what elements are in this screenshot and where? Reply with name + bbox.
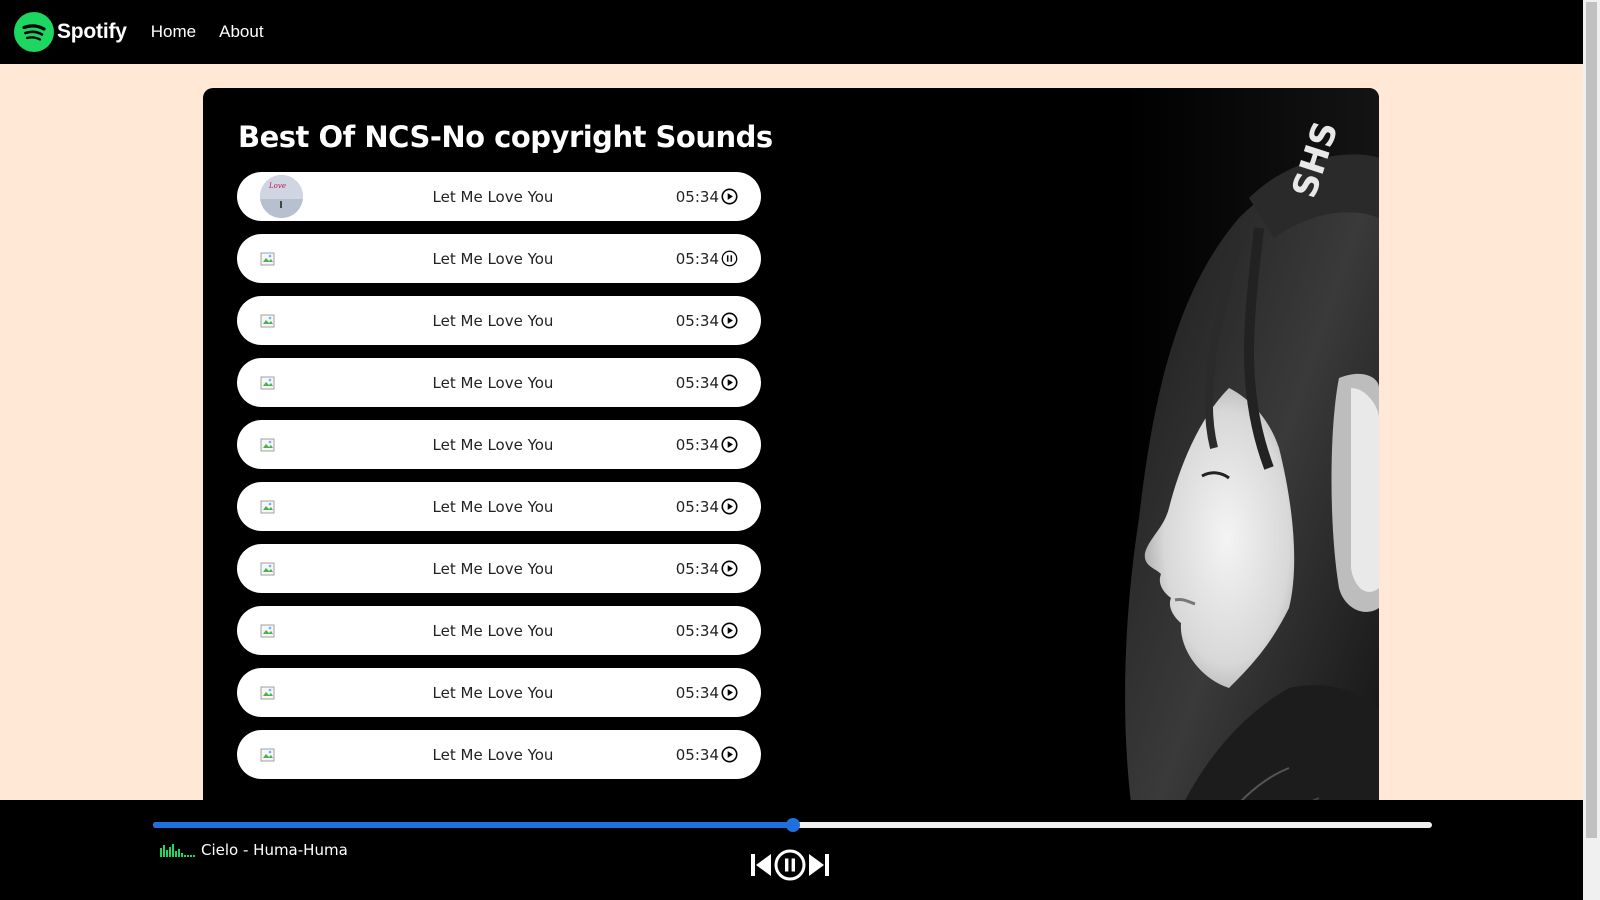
nav-link-home[interactable]: Home: [151, 22, 196, 42]
song-list: Love Let Me Love You 05:34 Let Me Love Y…: [237, 172, 761, 792]
pause-circle-icon[interactable]: [721, 250, 738, 267]
brand-logo[interactable]: Spotify: [14, 12, 127, 52]
playlist-container: SHS Best Of NCS-No copyright Sounds Love…: [203, 88, 1379, 900]
song-item[interactable]: Love Let Me Love You 05:34: [237, 172, 761, 221]
song-duration: 05:34: [675, 559, 719, 578]
progress-fill: [153, 822, 793, 828]
now-playing-title: Cielo - Huma-Huma: [201, 841, 348, 859]
vertical-scrollbar[interactable]: [1583, 0, 1600, 900]
equalizer-icon: [160, 843, 195, 857]
progress-slider[interactable]: [153, 818, 1432, 832]
song-duration: 05:34: [675, 373, 719, 392]
song-item[interactable]: Let Me Love You 05:34: [237, 358, 761, 407]
song-duration: 05:34: [675, 311, 719, 330]
pause-button[interactable]: [774, 849, 806, 881]
top-navbar: Spotify Home About: [0, 0, 1583, 64]
play-circle-icon[interactable]: [721, 436, 738, 453]
play-circle-icon[interactable]: [721, 684, 738, 701]
nav-link-about[interactable]: About: [219, 22, 263, 42]
scrollbar-thumb[interactable]: [1586, 2, 1597, 838]
play-circle-icon[interactable]: [721, 622, 738, 639]
play-circle-icon[interactable]: [721, 374, 738, 391]
song-duration: 05:34: [675, 249, 719, 268]
song-item[interactable]: Let Me Love You 05:34: [237, 482, 761, 531]
pause-icon: [774, 849, 806, 881]
progress-knob[interactable]: [785, 818, 800, 832]
song-duration: 05:34: [675, 497, 719, 516]
song-duration: 05:34: [675, 683, 719, 702]
brand-name: Spotify: [57, 20, 127, 43]
play-circle-icon[interactable]: [721, 746, 738, 763]
playback-controls: [750, 849, 830, 881]
song-item[interactable]: Let Me Love You 05:34: [237, 234, 761, 283]
next-button[interactable]: [808, 852, 830, 878]
player-bar: Cielo - Huma-Huma: [0, 800, 1583, 900]
play-circle-icon[interactable]: [721, 560, 738, 577]
song-item[interactable]: Let Me Love You 05:34: [237, 668, 761, 717]
play-circle-icon[interactable]: [721, 312, 738, 329]
song-duration: 05:34: [675, 435, 719, 454]
song-duration: 05:34: [675, 621, 719, 640]
spotify-logo-icon: [14, 12, 54, 52]
song-duration: 05:34: [675, 745, 719, 764]
play-circle-icon[interactable]: [721, 498, 738, 515]
now-playing: Cielo - Huma-Huma: [160, 841, 348, 859]
next-icon: [809, 854, 829, 876]
song-item[interactable]: Let Me Love You 05:34: [237, 730, 761, 779]
song-item[interactable]: Let Me Love You 05:34: [237, 544, 761, 593]
song-item[interactable]: Let Me Love You 05:34: [237, 296, 761, 345]
song-item[interactable]: Let Me Love You 05:34: [237, 606, 761, 655]
play-circle-icon[interactable]: [721, 188, 738, 205]
song-duration: 05:34: [675, 187, 719, 206]
previous-button[interactable]: [750, 852, 772, 878]
previous-icon: [751, 854, 771, 876]
playlist-title: Best Of NCS-No copyright Sounds: [238, 120, 773, 154]
song-item[interactable]: Let Me Love You 05:34: [237, 420, 761, 469]
hero-artwork: SHS: [819, 88, 1379, 900]
